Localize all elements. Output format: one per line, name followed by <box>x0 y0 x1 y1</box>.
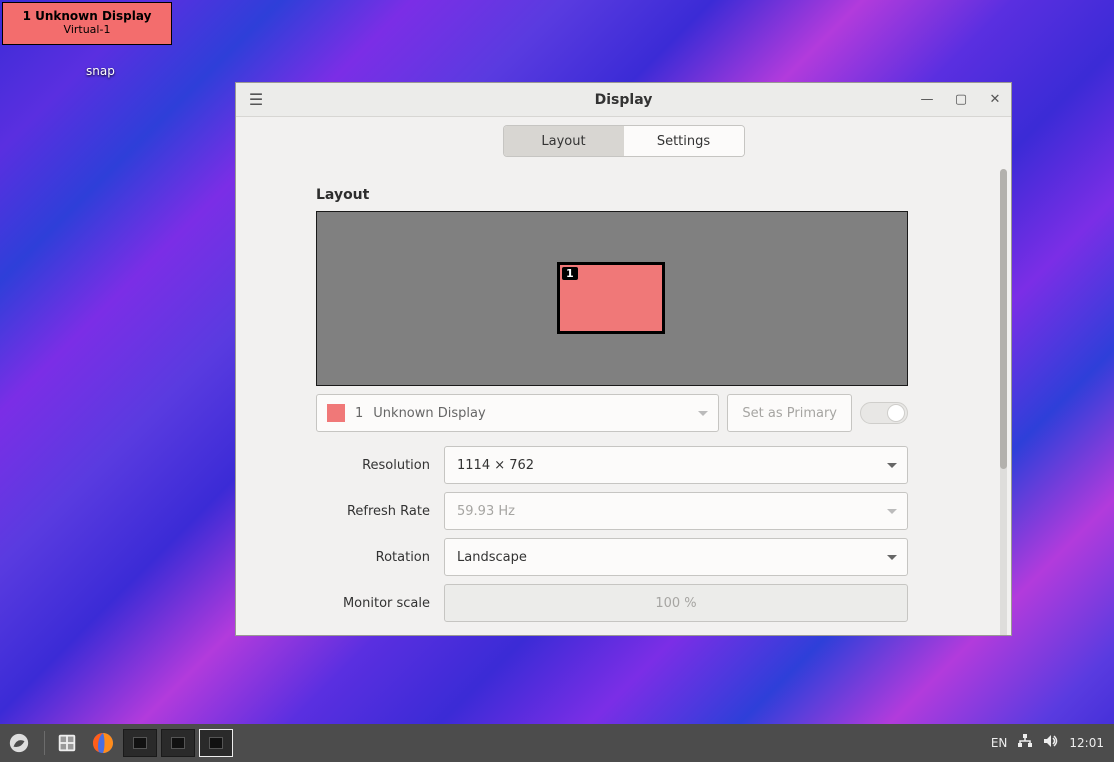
rotation-value: Landscape <box>457 550 527 565</box>
display-osd-overlay: 1 Unknown Display Virtual-1 <box>2 2 172 45</box>
rotation-dropdown[interactable]: Landscape <box>444 538 908 576</box>
resolution-value: 1114 × 762 <box>457 458 534 473</box>
tab-layout[interactable]: Layout <box>504 126 624 156</box>
display-layout-preview[interactable]: 1 <box>316 211 908 386</box>
chevron-down-icon <box>887 555 897 560</box>
chevron-down-icon <box>887 463 897 468</box>
taskbar-item-terminal-2[interactable] <box>161 729 195 757</box>
display-settings-window: ☰ Display — ▢ ✕ Layout Settings Layout <box>235 82 1012 636</box>
desktop: 1 Unknown Display Virtual-1 snap ☰ Displ… <box>0 0 1114 762</box>
clock[interactable]: 12:01 <box>1069 736 1104 750</box>
window-title: Display <box>236 92 1011 108</box>
refresh-rate-value: 59.93 Hz <box>457 504 515 519</box>
mate-menu-button[interactable] <box>6 730 32 756</box>
taskbar-item-terminal[interactable] <box>123 729 157 757</box>
refresh-rate-label: Refresh Rate <box>316 504 430 519</box>
preview-monitor-index: 1 <box>562 267 578 280</box>
maximize-button[interactable]: ▢ <box>953 92 969 107</box>
monitor-scale-value: 100 % <box>655 596 696 611</box>
desktop-icon-label-snap[interactable]: snap <box>86 64 115 78</box>
monitor-scale-button[interactable]: 100 % <box>444 584 908 622</box>
chevron-down-icon <box>887 509 897 514</box>
resolution-label: Resolution <box>316 458 430 473</box>
resolution-dropdown[interactable]: 1114 × 762 <box>444 446 908 484</box>
keyboard-layout-indicator[interactable]: EN <box>991 736 1008 750</box>
display-selector-name: Unknown Display <box>373 406 485 421</box>
chevron-down-icon <box>698 411 708 416</box>
toggle-knob <box>887 404 905 422</box>
rotation-label: Rotation <box>316 550 430 565</box>
osd-connector-name: Virtual-1 <box>9 23 165 36</box>
network-icon[interactable] <box>1017 734 1033 752</box>
osd-display-name: 1 Unknown Display <box>9 9 165 23</box>
vertical-scrollbar[interactable] <box>1000 169 1007 635</box>
firefox-launcher[interactable] <box>87 727 119 759</box>
set-as-primary-button[interactable]: Set as Primary <box>727 394 852 432</box>
titlebar[interactable]: ☰ Display — ▢ ✕ <box>236 83 1011 117</box>
display-selector-dropdown[interactable]: 1 Unknown Display <box>316 394 719 432</box>
close-button[interactable]: ✕ <box>987 92 1003 107</box>
hamburger-menu-button[interactable]: ☰ <box>240 84 272 116</box>
scrollbar-thumb[interactable] <box>1000 169 1007 469</box>
minimize-button[interactable]: — <box>919 92 935 107</box>
display-selector-index: 1 <box>355 406 363 421</box>
preview-monitor-1[interactable]: 1 <box>557 262 665 334</box>
taskbar-item-display-settings[interactable] <box>199 729 233 757</box>
refresh-rate-dropdown[interactable]: 59.93 Hz <box>444 492 908 530</box>
tab-settings[interactable]: Settings <box>624 126 744 156</box>
volume-icon[interactable] <box>1043 734 1059 752</box>
display-enabled-toggle[interactable] <box>860 402 908 424</box>
taskbar-separator <box>44 731 45 755</box>
section-heading-layout: Layout <box>316 187 971 203</box>
monitor-scale-label: Monitor scale <box>316 596 430 611</box>
tab-bar: Layout Settings <box>236 117 1011 157</box>
display-color-swatch <box>327 404 345 422</box>
file-manager-launcher[interactable] <box>51 727 83 759</box>
taskbar: EN 12:01 <box>0 724 1114 762</box>
